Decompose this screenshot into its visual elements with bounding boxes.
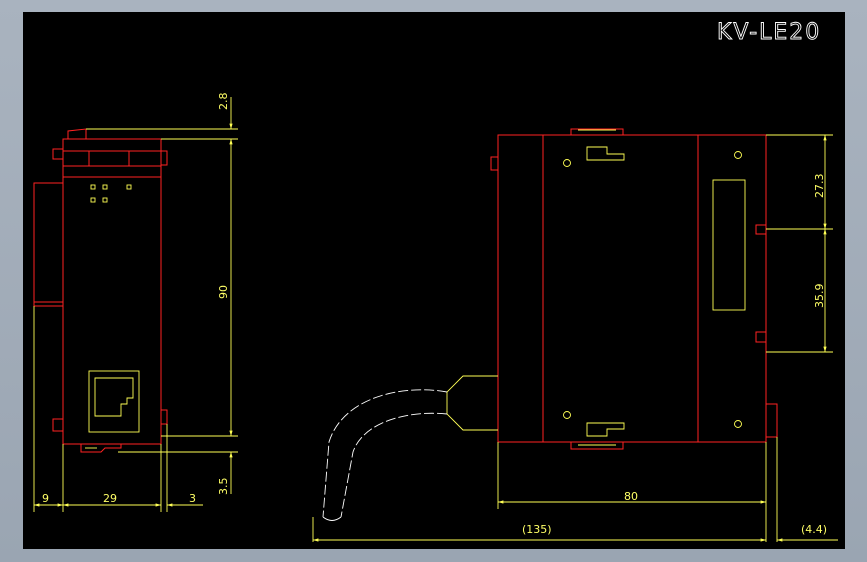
dim-bottom-offset: 3.5 (217, 478, 230, 496)
drawing-title: KV-LE20 (717, 20, 821, 45)
dim-cable-length: (135) (522, 523, 552, 536)
dim-upper-pitch: 27.3 (813, 174, 826, 199)
front-dimensions: 27.3 35.9 80 (135) (4.4) (312, 134, 838, 542)
dim-left-width: 9 (42, 492, 49, 505)
side-body-outline (62, 138, 162, 445)
front-view (322, 128, 778, 521)
side-view (33, 128, 168, 453)
dim-height: 90 (217, 285, 230, 299)
dim-depth: 80 (624, 490, 638, 503)
dim-rail-offset: (4.4) (801, 523, 827, 536)
dim-lower-pitch: 35.9 (813, 284, 826, 309)
dim-top-offset: 2.8 (217, 93, 230, 111)
dim-body-width: 29 (103, 492, 117, 505)
front-body-outline (497, 134, 767, 443)
dim-right-width: 3 (189, 492, 196, 505)
side-dimensions: 2.8 90 3.5 9 29 3 (33, 93, 238, 512)
side-rail-block (33, 182, 64, 307)
cad-drawing: KV-LE20 2.8 90 3.5 9 29 3 27.3 35.9 80 (… (33, 20, 838, 542)
cad-viewport[interactable]: KV-LE20 2.8 90 3.5 9 29 3 27.3 35.9 80 (… (23, 12, 845, 549)
